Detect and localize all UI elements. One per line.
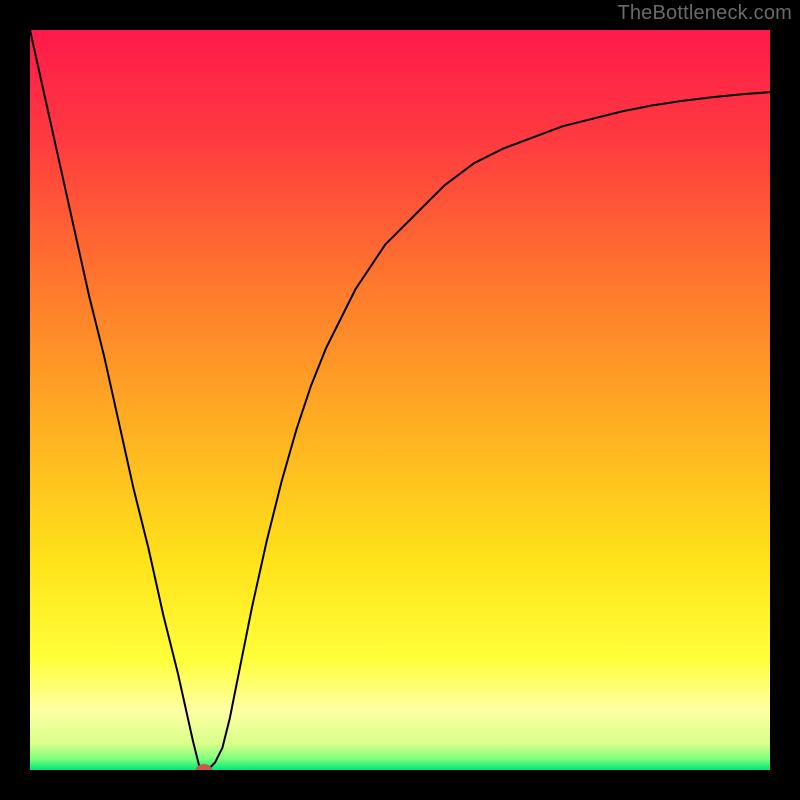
chart-frame: TheBottleneck.com [0, 0, 800, 800]
plot-area [30, 30, 770, 770]
watermark-text: TheBottleneck.com [617, 2, 792, 25]
plot-svg [30, 30, 770, 770]
gradient-background [30, 30, 770, 770]
